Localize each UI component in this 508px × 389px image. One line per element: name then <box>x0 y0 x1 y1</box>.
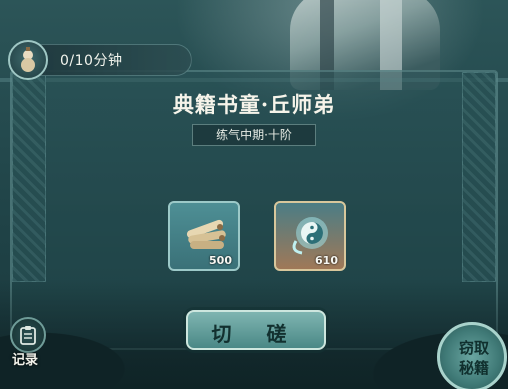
npc-name: 典籍书童·丘师弟 <box>172 92 336 117</box>
scroll-bundle-icon <box>186 219 226 249</box>
reward-item-scrolls[interactable]: 500 <box>168 201 240 271</box>
steal-secret-label: 窃取 秘籍 <box>458 339 489 377</box>
gourd-icon <box>8 40 48 80</box>
item-count: 500 <box>209 254 232 267</box>
taiji-spirit-icon <box>292 217 328 255</box>
spar-button-label: 切 磋 <box>211 322 301 346</box>
item-count: 610 <box>315 254 338 267</box>
record-label: 记录 <box>12 353 39 368</box>
npc-rank: 练气中期·十阶 <box>192 124 316 146</box>
reward-item-taiji[interactable]: 610 <box>274 201 346 271</box>
record-button[interactable] <box>10 317 46 353</box>
timer-text: 0/10分钟 <box>60 53 123 69</box>
clipboard-icon <box>20 326 36 345</box>
